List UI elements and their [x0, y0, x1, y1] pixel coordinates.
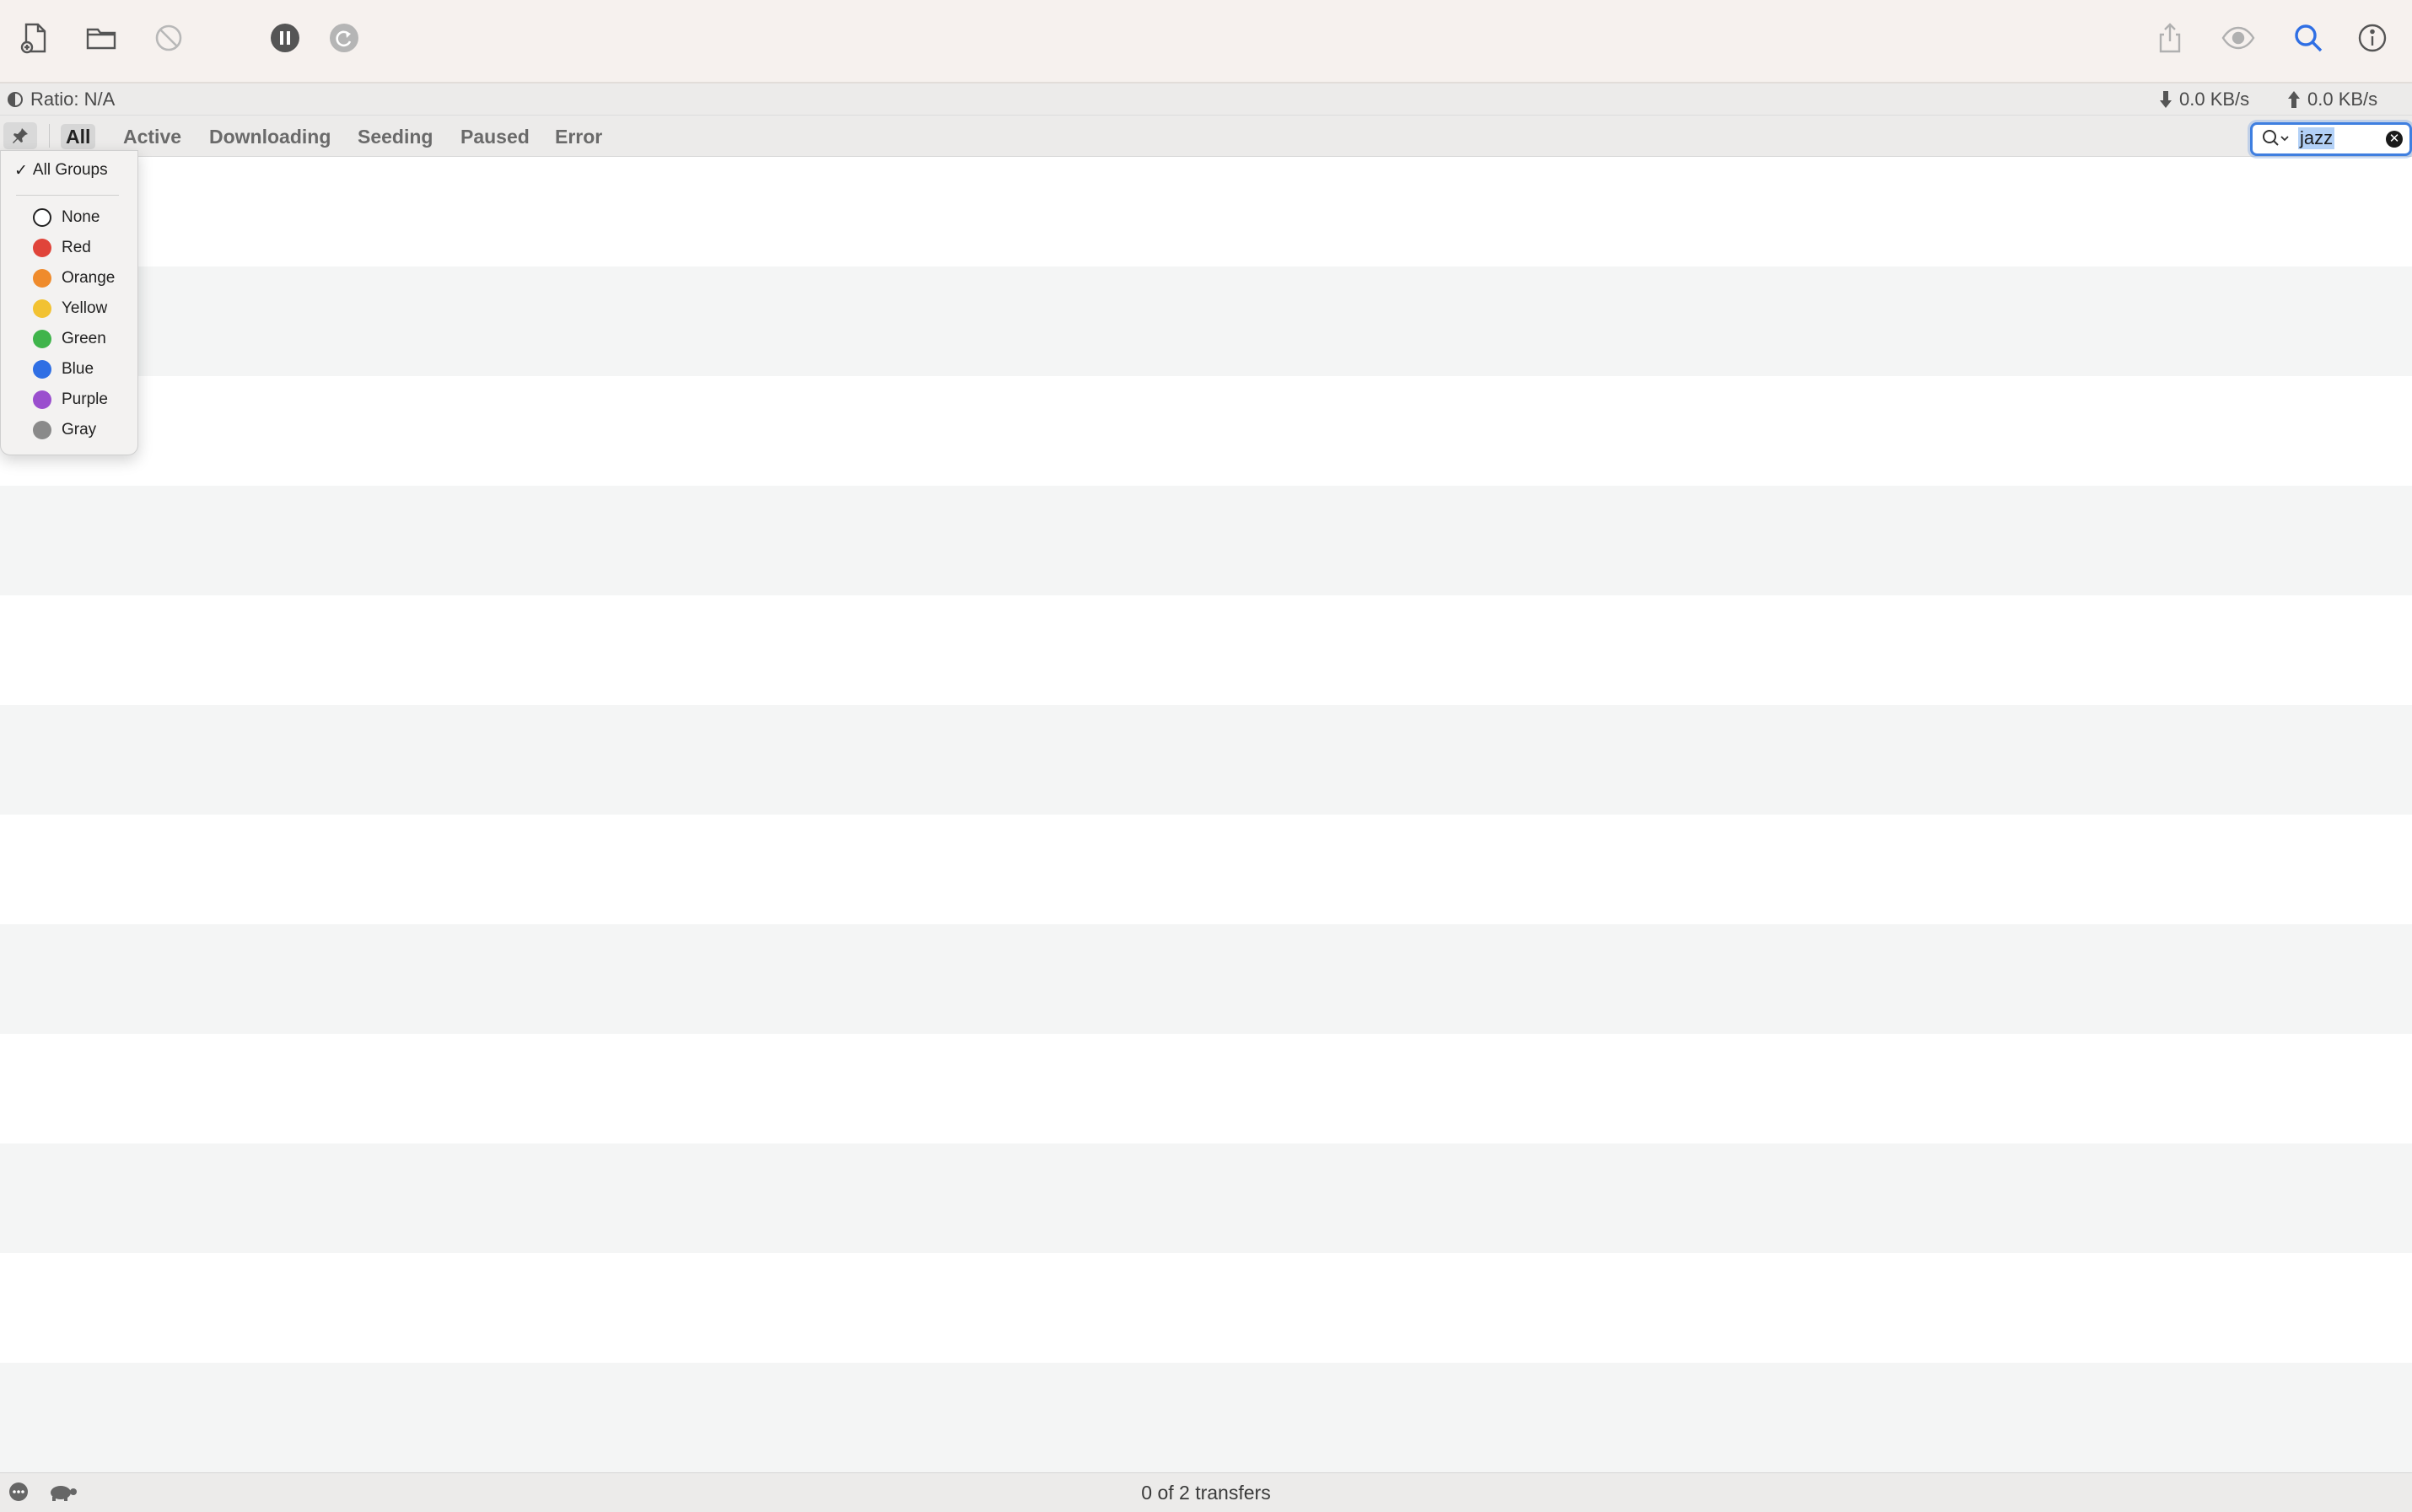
bottom-bar: 0 of 2 transfers [0, 1472, 2412, 1512]
search-options-icon[interactable] [2261, 128, 2291, 148]
search-field[interactable]: jazz ✕ [2250, 122, 2412, 156]
menu-item-label: None [62, 208, 100, 226]
menu-item-orange[interactable]: Orange [33, 266, 115, 291]
filter-tab-all[interactable]: All [61, 124, 96, 149]
remove-icon[interactable] [149, 19, 188, 57]
list-row [0, 595, 2412, 705]
toolbar [0, 0, 2412, 83]
list-row [0, 1143, 2412, 1253]
download-speed-value: 0.0 KB/s [2179, 89, 2250, 110]
search-icon[interactable] [2289, 19, 2328, 57]
folder-icon[interactable] [82, 19, 121, 57]
none-circle-icon [33, 208, 51, 227]
purple-dot-icon [33, 390, 51, 409]
menu-item-label: Green [62, 330, 106, 347]
download-speed: 0.0 KB/s [2159, 89, 2249, 110]
menu-item-blue[interactable]: Blue [33, 357, 94, 382]
list-row [0, 705, 2412, 815]
pin-icon [13, 128, 28, 143]
groups-menu: ✓ All Groups None Red Orange Yellow Gree… [0, 150, 138, 455]
menu-item-green[interactable]: Green [33, 326, 106, 352]
menu-item-label: Red [62, 239, 91, 256]
gray-dot-icon [33, 421, 51, 439]
ratio-display[interactable]: Ratio: N/A [7, 89, 115, 110]
upload-speed-value: 0.0 KB/s [2307, 89, 2378, 110]
menu-item-purple[interactable]: Purple [33, 387, 108, 412]
menu-item-label: Gray [62, 421, 97, 439]
filter-tab-error[interactable]: Error [550, 124, 607, 149]
share-icon[interactable] [2151, 19, 2189, 57]
group-filter-button[interactable] [3, 122, 37, 149]
menu-item-label: Purple [62, 390, 108, 408]
new-document-icon[interactable] [15, 19, 54, 57]
ratio-label: Ratio: N/A [30, 89, 116, 110]
menu-item-gray[interactable]: Gray [33, 417, 96, 443]
menu-item-label: Orange [62, 269, 116, 287]
filter-tab-paused[interactable]: Paused [455, 124, 535, 149]
green-dot-icon [33, 330, 51, 348]
resume-icon[interactable] [325, 19, 363, 57]
transfer-list[interactable] [0, 157, 2412, 1472]
pause-icon[interactable] [266, 19, 304, 57]
filter-tab-active[interactable]: Active [118, 124, 186, 149]
yellow-dot-icon [33, 299, 51, 318]
menu-item-none[interactable]: None [33, 205, 100, 230]
red-dot-icon [33, 239, 51, 257]
list-row [0, 486, 2412, 595]
list-row [0, 1363, 2412, 1472]
menu-item-label: All Groups [32, 161, 108, 179]
list-row [0, 266, 2412, 376]
menu-item-all-groups[interactable]: ✓ All Groups [14, 161, 108, 180]
menu-item-label: Yellow [62, 299, 108, 317]
filter-tab-downloading[interactable]: Downloading [204, 124, 336, 149]
search-input[interactable]: jazz [2298, 127, 2335, 149]
upload-arrow-icon [2288, 91, 2300, 108]
clear-search-icon[interactable]: ✕ [2386, 131, 2403, 148]
transfer-count: 0 of 2 transfers [1141, 1482, 1271, 1504]
blue-dot-icon [33, 360, 51, 379]
list-row [0, 924, 2412, 1034]
status-bar: Ratio: N/A 0.0 KB/s 0.0 KB/s [0, 83, 2412, 116]
list-row [0, 815, 2412, 924]
list-row [0, 157, 2412, 266]
menu-item-yellow[interactable]: Yellow [33, 296, 107, 321]
filter-separator [49, 124, 50, 148]
filter-tab-seeding[interactable]: Seeding [353, 124, 438, 149]
orange-dot-icon [33, 269, 51, 288]
menu-item-red[interactable]: Red [33, 235, 91, 261]
menu-item-label: Blue [62, 360, 94, 378]
eye-icon[interactable] [2219, 19, 2258, 57]
upload-speed: 0.0 KB/s [2287, 89, 2377, 110]
list-row [0, 1253, 2412, 1363]
menu-divider [16, 195, 119, 196]
ratio-icon [8, 92, 23, 107]
list-row [0, 1034, 2412, 1143]
checkmark-icon: ✓ [14, 162, 28, 180]
filter-bar: All Active Downloading Seeding Paused Er… [0, 116, 2412, 157]
list-row [0, 376, 2412, 486]
info-icon[interactable] [2353, 19, 2392, 57]
download-arrow-icon [2160, 91, 2172, 108]
